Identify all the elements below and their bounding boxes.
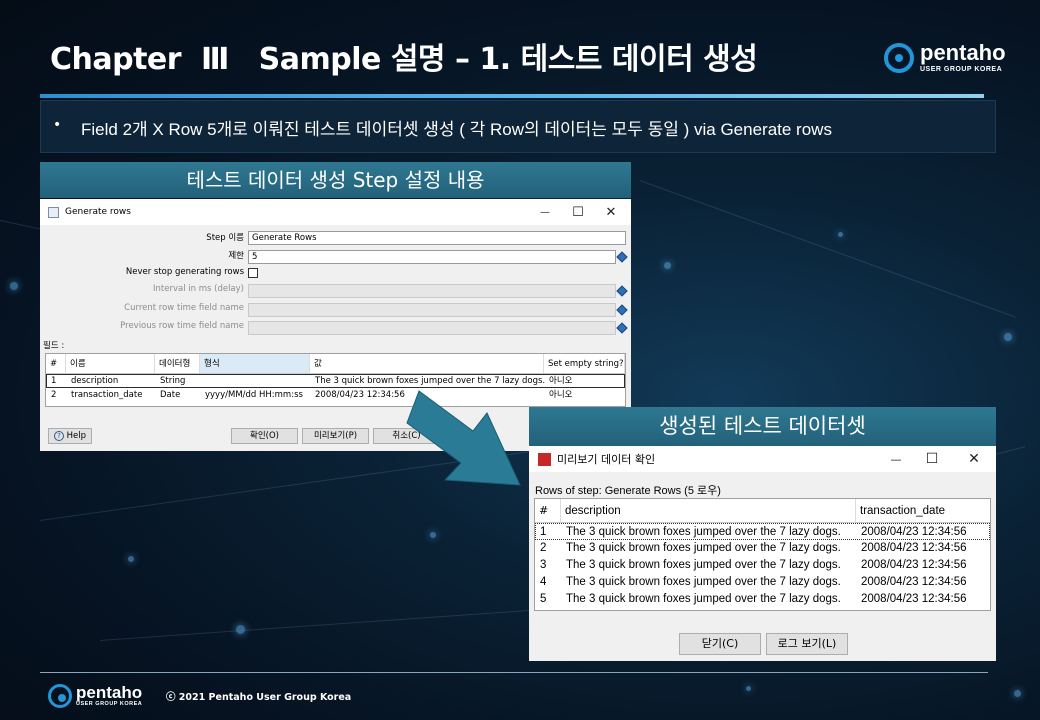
footer-divider (40, 672, 988, 673)
close-dialog-button[interactable]: 닫기(C) (679, 633, 761, 655)
previous-time-label: Previous row time field name (120, 321, 244, 331)
interval-input[interactable] (248, 284, 616, 298)
minimize-button[interactable]: — (528, 199, 562, 225)
preview-table: # description transaction_date 1 The 3 q… (534, 498, 991, 611)
column-header[interactable]: description (561, 499, 856, 523)
bullet-text: Field 2개 X Row 5개로 이뤄진 테스트 데이터셋 생성 ( 각 R… (81, 120, 832, 139)
transaction-date-cell: 2008/04/23 12:34:56 (861, 542, 967, 554)
transaction-date-cell: 2008/04/23 12:34:56 (861, 593, 967, 605)
dialog-title: Generate rows (65, 207, 131, 217)
table-row[interactable]: 1 The 3 quick brown foxes jumped over th… (535, 523, 990, 540)
pentaho-logo-icon (884, 42, 914, 73)
preview-titlebar: 미리보기 데이터 확인 — ☐ ✕ (529, 446, 996, 472)
row-number: 1 (540, 526, 547, 538)
current-time-label: Current row time field name (124, 303, 244, 313)
pentaho-logo-icon (48, 684, 72, 708)
rows-label: Rows of step: Generate Rows (5 로우) (535, 485, 721, 497)
table-row[interactable]: 5 The 3 quick brown foxes jumped over th… (535, 591, 990, 608)
never-stop-label: Never stop generating rows (125, 267, 244, 277)
transaction-date-cell: 2008/04/23 12:34:56 (861, 526, 967, 538)
table-row[interactable]: 3 The 3 quick brown foxes jumped over th… (535, 557, 990, 574)
table-row[interactable]: 2 The 3 quick brown foxes jumped over th… (535, 540, 990, 557)
dialog-app-icon (48, 206, 59, 218)
row-number: 1 (51, 376, 57, 386)
step-name-input[interactable]: Generate Rows (248, 231, 626, 245)
column-header[interactable]: 이름 (66, 354, 155, 374)
logo-word: pentaho (920, 40, 1006, 65)
caption-result: 생성된 테스트 데이터셋 (529, 407, 996, 446)
column-header[interactable]: 값 (310, 354, 544, 374)
footer-logo: pentaho USER GROUP KOREA (48, 684, 142, 708)
help-button[interactable]: ? Help (48, 428, 92, 444)
field-type: String (160, 376, 186, 386)
copyright-text: ⓒ 2021 Pentaho User Group Korea (166, 692, 352, 703)
never-stop-checkbox[interactable] (248, 268, 258, 278)
row-number: 3 (540, 559, 547, 571)
column-header[interactable]: # (535, 499, 561, 523)
row-number: 2 (540, 542, 547, 554)
minimize-button[interactable]: — (879, 446, 913, 472)
preview-app-icon (538, 452, 551, 466)
maximize-button[interactable]: ☐ (915, 446, 949, 472)
previous-time-input[interactable] (248, 321, 616, 335)
interval-label: Interval in ms (delay) (153, 284, 244, 294)
step-name-label: Step 이름 (206, 233, 244, 243)
bullet-marker: • (53, 117, 62, 133)
logo-word: pentaho (76, 683, 143, 703)
help-icon: ? (53, 430, 64, 441)
transaction-date-cell: 2008/04/23 12:34:56 (861, 576, 967, 588)
column-header[interactable]: 형식 (200, 354, 310, 374)
row-number: 2 (51, 390, 57, 400)
maximize-button[interactable]: ☐ (561, 199, 595, 225)
bullet-box: • Field 2개 X Row 5개로 이뤄진 테스트 데이터셋 생성 ( 각… (40, 100, 996, 153)
close-button[interactable]: ✕ (594, 199, 628, 225)
preview-button[interactable]: 미리보기(P) (302, 428, 369, 444)
fields-label: 필드 : (43, 341, 65, 351)
current-time-input[interactable] (248, 303, 616, 317)
help-label: Help (66, 431, 87, 441)
row-number: 5 (540, 593, 547, 605)
field-name: transaction_date (71, 390, 143, 400)
row-number: 4 (540, 576, 547, 588)
limit-input[interactable]: 5 (248, 250, 616, 264)
close-button[interactable]: ✕ (957, 446, 991, 472)
field-format: yyyy/MM/dd HH:mm:ss (205, 390, 303, 400)
column-header[interactable]: transaction_date (856, 499, 990, 523)
title-divider (40, 94, 984, 98)
field-name: description (71, 376, 119, 386)
preview-title: 미리보기 데이터 확인 (557, 453, 656, 466)
table-row[interactable]: 4 The 3 quick brown foxes jumped over th… (535, 574, 990, 591)
limit-label: 제한 (228, 251, 244, 261)
column-header[interactable]: 데이터형 (155, 354, 200, 374)
description-cell: The 3 quick brown foxes jumped over the … (566, 559, 841, 571)
logo-subtitle: USER GROUP KOREA (76, 701, 143, 708)
ok-button[interactable]: 확인(O) (231, 428, 298, 444)
show-log-button[interactable]: 로그 보기(L) (766, 633, 848, 655)
description-cell: The 3 quick brown foxes jumped over the … (566, 542, 841, 554)
preview-dialog: 미리보기 데이터 확인 — ☐ ✕ Rows of step: Generate… (529, 446, 996, 661)
description-cell: The 3 quick brown foxes jumped over the … (566, 576, 841, 588)
description-cell: The 3 quick brown foxes jumped over the … (566, 593, 841, 605)
dialog-titlebar: Generate rows — ☐ ✕ (40, 199, 631, 225)
caption-settings: 테스트 데이터 생성 Step 설정 내용 (40, 162, 631, 198)
page-title: Chapter Ⅲ Sample 설명 – 1. 테스트 데이터 생성 (50, 42, 758, 77)
column-header[interactable]: # (46, 354, 66, 374)
description-cell: The 3 quick brown foxes jumped over the … (566, 526, 841, 538)
variable-icon[interactable] (616, 285, 628, 297)
header-logo: pentaho USER GROUP KOREA (884, 42, 1006, 73)
transaction-date-cell: 2008/04/23 12:34:56 (861, 559, 967, 571)
logo-subtitle: USER GROUP KOREA (920, 66, 1003, 73)
column-header[interactable]: Set empty string? (544, 354, 625, 374)
field-type: Date (160, 390, 181, 400)
variable-icon[interactable] (616, 251, 628, 263)
variable-icon[interactable] (616, 304, 628, 316)
variable-icon[interactable] (616, 322, 628, 334)
